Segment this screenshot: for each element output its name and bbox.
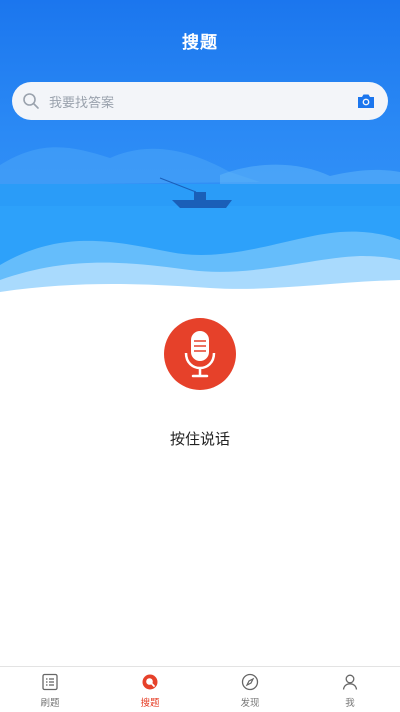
tab-label: 发现 xyxy=(240,698,260,709)
hold-to-talk-label: 按住说话 xyxy=(169,430,230,448)
header-banner: 搜题 我要找答案 xyxy=(0,0,400,300)
voice-input-button[interactable] xyxy=(164,318,236,390)
search-bar[interactable]: 我要找答案 xyxy=(12,82,388,120)
search-tab-icon xyxy=(141,673,159,691)
tab-discover[interactable]: 发现 xyxy=(200,667,300,712)
compass-icon xyxy=(241,673,259,691)
user-icon xyxy=(341,673,359,691)
tab-label: 搜题 xyxy=(140,698,160,709)
search-placeholder[interactable]: 我要找答案 xyxy=(49,92,356,111)
camera-icon[interactable] xyxy=(356,92,376,110)
microphone-icon xyxy=(184,331,216,378)
tab-practice[interactable]: 刷题 xyxy=(0,667,100,712)
tab-label: 刷题 xyxy=(40,698,60,709)
tab-search[interactable]: 搜题 xyxy=(100,667,200,712)
tab-me[interactable]: 我 xyxy=(300,667,400,712)
page-title: 搜题 xyxy=(182,33,218,53)
tab-label: 我 xyxy=(345,698,355,709)
list-icon xyxy=(41,673,59,691)
search-icon xyxy=(22,92,40,110)
bottom-tab-bar: 刷题 搜题 发现 我 xyxy=(0,666,400,712)
